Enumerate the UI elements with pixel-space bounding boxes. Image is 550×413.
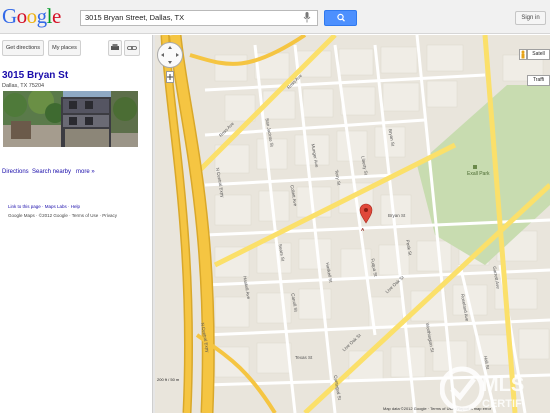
svg-text:MLS: MLS [482,374,524,396]
link-icon [127,46,137,50]
street-view-photo[interactable] [3,91,138,147]
google-maps-window: Google 3015 Bryan Street, Dallas, TX Sig… [0,0,550,413]
footer-copyright: Google Maps · ©2012 Google · Terms of Us… [8,213,118,218]
google-logo[interactable]: Google [2,5,61,27]
zoom-slider[interactable] [166,71,174,83]
place-title[interactable]: 3015 Bryan St [2,70,68,81]
street-view-image [3,91,138,147]
satellite-button[interactable]: Satell [527,49,550,60]
microphone-icon[interactable] [303,12,311,23]
my-places-button[interactable]: My places [48,40,81,56]
street-label-texas: Texas St [295,355,313,360]
map-canvas[interactable]: Ross Ave Ross Ave Bryan St Live Oak St L… [155,35,550,413]
print-icon [111,44,119,50]
location-marker [359,203,373,224]
footer-links[interactable]: Link to this page · Maps Labs · Help [8,204,80,209]
pegman-icon [521,50,525,59]
marker-label: A [361,227,365,232]
pan-arrows-icon [161,46,179,64]
zoom-plus-icon [167,74,173,80]
mls-certified-watermark: MLS CERTIFI [440,366,525,412]
pan-control[interactable] [157,42,183,68]
print-button[interactable] [108,40,122,56]
search-nearby-link[interactable]: Search nearby [32,169,71,175]
left-panel: Get directions My places 3015 Bryan St D… [0,35,152,413]
svg-text:CERTIFI: CERTIFI [482,398,525,410]
park-label[interactable]: Exall Park [467,171,490,177]
sign-in-button[interactable]: Sign in [515,11,546,25]
park-icon [473,165,477,169]
search-icon [337,13,345,22]
search-input[interactable]: 3015 Bryan Street, Dallas, TX [80,10,318,26]
place-address: Dallas, TX 75204 [2,83,45,89]
traffic-button[interactable]: Traffi [527,75,550,86]
more-link[interactable]: more » [76,169,95,175]
map-scale: 200 ft / 50 m [157,377,180,382]
top-bar: Google 3015 Bryan Street, Dallas, TX Sig… [0,0,550,34]
search-button[interactable] [324,10,357,26]
directions-link[interactable]: Directions [2,169,29,175]
link-button[interactable] [124,40,140,56]
street-label-bryan: Bryan St [388,213,406,218]
pegman-control[interactable] [519,49,527,60]
get-directions-button[interactable]: Get directions [2,40,44,56]
